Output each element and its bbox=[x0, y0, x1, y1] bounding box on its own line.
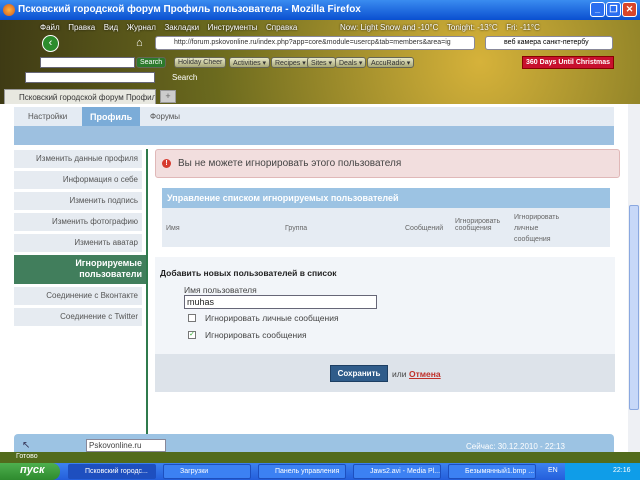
tab-bar-band bbox=[14, 126, 614, 145]
menu-tools[interactable]: Инструменты bbox=[208, 23, 258, 32]
page-content: Настройки Профиль Форумы Изменить данные… bbox=[0, 104, 628, 452]
skin-select[interactable]: Pskovonline.ru bbox=[86, 439, 166, 452]
add-user-form: Добавить новых пользователей в список Им… bbox=[155, 257, 615, 354]
menu-bookmarks[interactable]: Закладки bbox=[164, 23, 199, 32]
table-header-row: Имя Группа Сообщений Игнорировать сообще… bbox=[162, 208, 610, 247]
accuradio-button[interactable]: AccuRadio ▾ bbox=[367, 57, 415, 68]
col-ignore-pm: Игнорировать личные сообщения bbox=[514, 214, 560, 243]
task-paint[interactable]: Безымянный1.bmp ... bbox=[448, 464, 536, 479]
page-footer: ↖ Pskovonline.ru Сейчас: 30.12.2010 - 22… bbox=[14, 434, 614, 452]
form-actions: Сохранить или Отмена bbox=[155, 354, 615, 392]
tab-forums[interactable]: Форумы bbox=[150, 107, 180, 126]
toolbar-search-button[interactable]: Search bbox=[136, 57, 167, 68]
ignore-posts-checkbox[interactable]: ✓ bbox=[188, 331, 196, 339]
error-text: Вы не можете игнорировать этого пользова… bbox=[178, 158, 402, 169]
sidebar-divider bbox=[146, 149, 148, 452]
sidebar-item-photo[interactable]: Изменить фотографию bbox=[14, 213, 142, 231]
holiday-cheer-button[interactable]: Holiday Cheer bbox=[174, 57, 227, 68]
search-bar[interactable]: веб камера санкт-петербу bbox=[485, 36, 613, 50]
sidebar-item-twitter[interactable]: Соединение с Twitter bbox=[14, 308, 142, 326]
weather-bar: Now: Light Snow and -10°C Tonight: -13°C… bbox=[340, 22, 546, 32]
menu-edit[interactable]: Правка bbox=[68, 23, 95, 32]
menu-bar: Файл Правка Вид Журнал Закладки Инструме… bbox=[40, 22, 303, 32]
ignore-pm-checkbox[interactable] bbox=[188, 314, 196, 322]
weather-fri[interactable]: Fri: -11°C bbox=[506, 23, 540, 32]
save-button[interactable]: Сохранить bbox=[330, 365, 388, 382]
menu-file[interactable]: Файл bbox=[40, 23, 60, 32]
col-posts: Сообщений bbox=[405, 225, 444, 232]
scrollbar-thumb[interactable] bbox=[629, 205, 639, 410]
google-search-button[interactable]: Search bbox=[172, 73, 197, 82]
home-icon[interactable]: ⌂ bbox=[136, 37, 143, 49]
task-control-panel[interactable]: Панель управления bbox=[258, 464, 346, 479]
menu-help[interactable]: Справка bbox=[266, 23, 297, 32]
status-bar: Готово bbox=[0, 452, 640, 463]
back-to-top-icon[interactable]: ↖ bbox=[22, 440, 30, 451]
taskbar: пуск Псковский городс... Загрузки Панель… bbox=[0, 463, 640, 480]
toolbar-search-input[interactable] bbox=[40, 57, 135, 68]
maximize-button[interactable]: ❐ bbox=[606, 2, 621, 17]
or-text: или bbox=[392, 369, 407, 379]
form-title: Добавить новых пользователей в список bbox=[160, 268, 337, 278]
error-icon: ! bbox=[162, 159, 171, 168]
google-search-input[interactable] bbox=[25, 72, 155, 83]
system-tray: 22:16 bbox=[565, 463, 640, 480]
ignore-posts-label: Игнорировать сообщения bbox=[205, 330, 307, 340]
task-firefox[interactable]: Псковский городс... bbox=[68, 464, 156, 479]
christmas-countdown[interactable]: 360 Days Until Christmas bbox=[522, 56, 615, 69]
back-button[interactable]: ‹ bbox=[42, 35, 59, 52]
countdown-label: Days Until Christmas bbox=[539, 59, 611, 66]
skin-select-value: Pskovonline.ru bbox=[89, 441, 142, 450]
window-title: Псковский городской форум Профиль пользо… bbox=[18, 4, 361, 15]
task-downloads[interactable]: Загрузки bbox=[163, 464, 251, 479]
tab-profile[interactable]: Профиль bbox=[82, 107, 141, 126]
close-button[interactable]: ✕ bbox=[622, 2, 637, 17]
sidebar-item-avatar[interactable]: Изменить аватар bbox=[14, 234, 142, 252]
sites-button[interactable]: Sites ▾ bbox=[307, 57, 337, 68]
ignore-pm-label: Игнорировать личные сообщения bbox=[205, 313, 339, 323]
browser-tab[interactable]: Псковский городской форум Профиль... bbox=[4, 89, 156, 104]
weather-now[interactable]: Now: Light Snow and -10°C bbox=[340, 23, 438, 32]
weather-tonight[interactable]: Tonight: -13°C bbox=[447, 23, 498, 32]
username-input[interactable]: muhas bbox=[184, 295, 377, 309]
tab-settings[interactable]: Настройки bbox=[28, 107, 67, 126]
sidebar-item-signature[interactable]: Изменить подпись bbox=[14, 192, 142, 210]
sidebar-item-about[interactable]: Информация о себе bbox=[14, 171, 142, 189]
menu-view[interactable]: Вид bbox=[104, 23, 118, 32]
task-media-player[interactable]: Jaws2.avi - Media Pl... bbox=[353, 464, 441, 479]
username-label: Имя пользователя bbox=[184, 285, 257, 295]
minimize-button[interactable]: _ bbox=[590, 2, 605, 17]
sidebar-item-edit-profile[interactable]: Изменить данные профиля bbox=[14, 150, 142, 168]
cancel-link[interactable]: Отмена bbox=[409, 369, 441, 379]
language-indicator[interactable]: EN bbox=[548, 467, 558, 474]
col-group: Группа bbox=[285, 225, 308, 232]
title-bar: Псковский городской форум Профиль пользо… bbox=[0, 0, 640, 20]
firefox-icon bbox=[3, 4, 15, 16]
deals-button[interactable]: Deals ▾ bbox=[335, 57, 367, 68]
sidebar-item-vkontakte[interactable]: Соединение с Вконтакте bbox=[14, 287, 142, 305]
col-name: Имя bbox=[166, 225, 180, 232]
new-tab-button[interactable]: + bbox=[160, 90, 176, 103]
start-button[interactable]: пуск bbox=[0, 463, 60, 480]
sidebar-item-ignored-users[interactable]: Игнорируемые пользователи bbox=[14, 255, 146, 284]
activities-button[interactable]: Activities ▾ bbox=[229, 57, 271, 68]
recipes-button[interactable]: Recipes ▾ bbox=[271, 57, 310, 68]
col-ignore-posts: Игнорировать сообщения bbox=[455, 218, 501, 232]
error-message: ! Вы не можете игнорировать этого пользо… bbox=[155, 149, 620, 178]
status-text: Готово bbox=[16, 453, 38, 460]
countdown-number: 360 bbox=[526, 59, 538, 66]
clock: 22:16 bbox=[613, 467, 631, 474]
current-time: Сейчас: 30.12.2010 - 22:13 bbox=[466, 442, 565, 451]
table-title: Управление списком игнорируемых пользова… bbox=[162, 188, 610, 208]
menu-history[interactable]: Журнал bbox=[127, 23, 156, 32]
url-bar[interactable]: http://forum.pskovonline.ru/index.php?ap… bbox=[155, 36, 475, 50]
